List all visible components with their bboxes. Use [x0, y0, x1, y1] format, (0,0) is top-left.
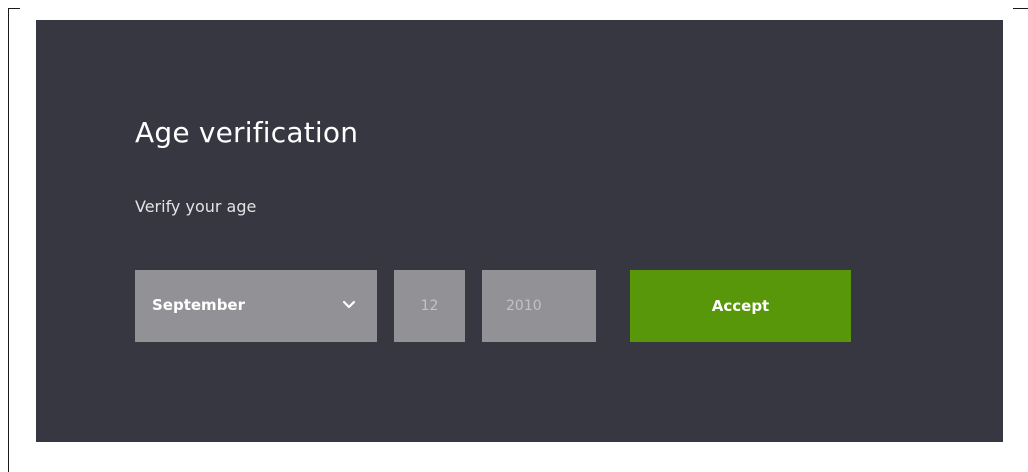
accept-button[interactable]: Accept	[630, 270, 851, 342]
frame-border-top-right	[1013, 8, 1028, 9]
age-verification-panel: Age verification Verify your age Septemb…	[36, 20, 1003, 442]
day-input[interactable]	[394, 270, 465, 342]
frame-border-top-left	[8, 8, 20, 9]
dialog-subtitle: Verify your age	[135, 197, 257, 216]
chevron-down-icon	[342, 300, 356, 309]
month-selected-value: September	[152, 296, 245, 314]
month-select[interactable]: September	[135, 270, 377, 342]
dialog-title: Age verification	[135, 116, 359, 149]
year-input[interactable]	[482, 270, 596, 342]
frame-border-left	[8, 8, 9, 472]
